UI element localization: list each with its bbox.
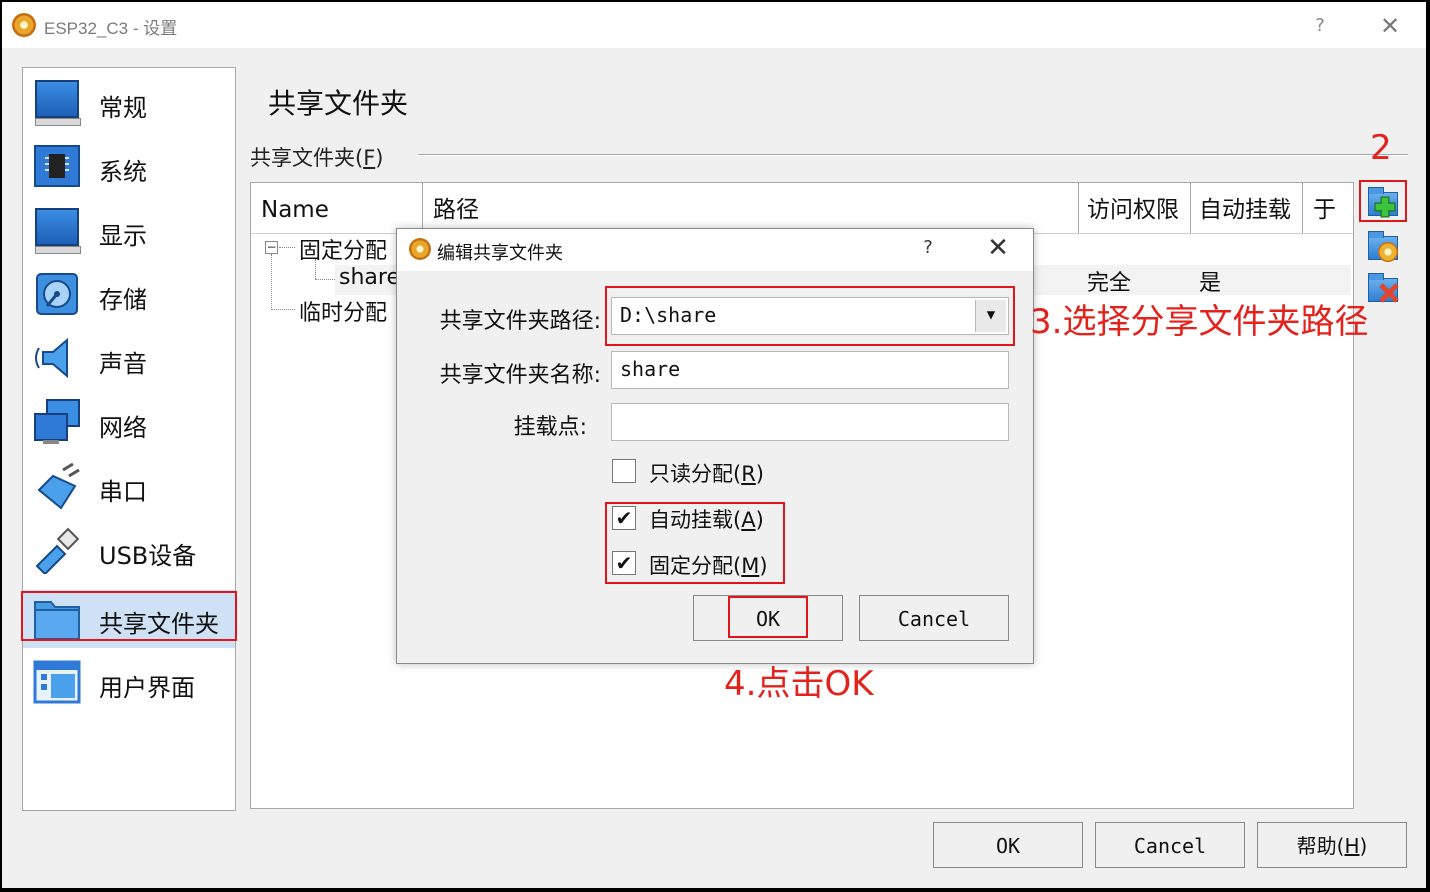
tree-node-temporary[interactable]: 临时分配: [299, 295, 387, 327]
annotation-box-step2: [1359, 180, 1407, 222]
sidebar-item-network[interactable]: 网络: [23, 394, 235, 452]
sidebar-item-storage[interactable]: 存储: [23, 266, 235, 324]
sidebar-item-label: 声音: [99, 350, 147, 378]
system-chip-icon: [33, 142, 81, 190]
table-header: Name 路径 访问权限 自动挂载 于: [251, 183, 1353, 234]
settings-sidebar: 常规 系统 显示 存储 声音 网络 串口 USB设备 共享文件夹 用户界面: [22, 67, 236, 811]
user-interface-icon: [33, 658, 81, 706]
remove-share-icon[interactable]: [1364, 272, 1400, 306]
usb-icon: [33, 526, 81, 576]
virtualbox-app-icon: [409, 238, 431, 260]
sidebar-item-label: 常规: [99, 94, 147, 122]
column-header-access[interactable]: 访问权限: [1079, 183, 1191, 233]
close-button[interactable]: ✕: [1372, 10, 1408, 42]
sidebar-item-label: 串口: [99, 478, 147, 506]
column-header-at[interactable]: 于: [1303, 183, 1353, 233]
title-bar: ESP32_C3 - 设置 ? ✕: [2, 2, 1426, 48]
annotation-box-step4: [728, 596, 808, 638]
group-separator: [418, 154, 1408, 156]
audio-speaker-icon: [33, 334, 81, 382]
table-row-share-name[interactable]: share: [339, 265, 400, 290]
table-row-share-access: 完全: [1087, 271, 1132, 296]
column-header-automount[interactable]: 自动挂载: [1191, 183, 1303, 233]
annotation-box-step3: [605, 286, 1015, 346]
folder-name-input[interactable]: share: [611, 351, 1009, 389]
annotation-box-step1: [21, 591, 237, 641]
page-title: 共享文件夹: [268, 87, 409, 120]
column-header-path[interactable]: 路径: [423, 183, 1079, 233]
dialog-help-button[interactable]: ?: [913, 237, 943, 258]
annotation-step2: 2: [1370, 128, 1392, 168]
sidebar-item-general[interactable]: 常规: [23, 74, 235, 132]
sidebar-item-serial[interactable]: 串口: [23, 458, 235, 516]
sidebar-item-label: 系统: [99, 158, 147, 186]
ok-button[interactable]: OK: [933, 822, 1083, 868]
sidebar-item-label: 用户界面: [99, 674, 195, 702]
folder-name-label: 共享文件夹名称:: [439, 363, 601, 388]
readonly-checkbox[interactable]: [612, 459, 636, 483]
sidebar-item-label: 显示: [99, 222, 147, 250]
sidebar-item-usb[interactable]: USB设备: [23, 522, 235, 580]
sidebar-item-label: 存储: [99, 286, 147, 314]
tree-node-fixed[interactable]: 固定分配: [299, 233, 387, 265]
table-row-share-automount: 是: [1199, 271, 1222, 296]
general-monitor-icon: [33, 78, 81, 126]
virtualbox-app-icon: [12, 13, 36, 37]
dialog-close-button[interactable]: ✕: [983, 233, 1013, 263]
dialog-title: 编辑共享文件夹: [437, 243, 563, 264]
collapse-toggle[interactable]: −: [265, 241, 278, 254]
help-button[interactable]: ?: [1302, 12, 1338, 40]
annotation-box-checkboxes: [605, 502, 785, 584]
column-header-name[interactable]: Name: [251, 183, 423, 233]
sidebar-item-system[interactable]: 系统: [23, 138, 235, 196]
sidebar-item-user-interface[interactable]: 用户界面: [23, 654, 235, 712]
dialog-cancel-button[interactable]: Cancel: [859, 595, 1009, 641]
readonly-label[interactable]: 只读分配(R): [649, 458, 764, 488]
mount-point-input[interactable]: [611, 403, 1009, 441]
sidebar-item-audio[interactable]: 声音: [23, 330, 235, 388]
folder-path-label: 共享文件夹路径:: [439, 309, 601, 334]
serial-port-icon: [33, 462, 81, 510]
annotation-step4: 4.点击OK: [724, 664, 874, 704]
cancel-button[interactable]: Cancel: [1095, 822, 1245, 868]
edit-share-icon[interactable]: [1364, 230, 1400, 264]
sidebar-item-label: 网络: [99, 414, 147, 442]
display-monitor-icon: [33, 206, 81, 254]
network-icon: [33, 398, 81, 446]
dialog-title-bar: 编辑共享文件夹 ? ✕: [397, 229, 1033, 271]
shared-folders-group-label: 共享文件夹(F): [250, 146, 384, 170]
window-title: ESP32_C3 - 设置: [44, 19, 178, 38]
sidebar-item-label: USB设备: [99, 542, 197, 570]
sidebar-item-display[interactable]: 显示: [23, 202, 235, 260]
annotation-step3: 3.选择分享文件夹路径: [1030, 302, 1369, 342]
help-footer-button[interactable]: 帮助(H): [1257, 822, 1407, 868]
mount-point-label: 挂载点:: [513, 415, 587, 440]
storage-disk-icon: [33, 270, 81, 318]
